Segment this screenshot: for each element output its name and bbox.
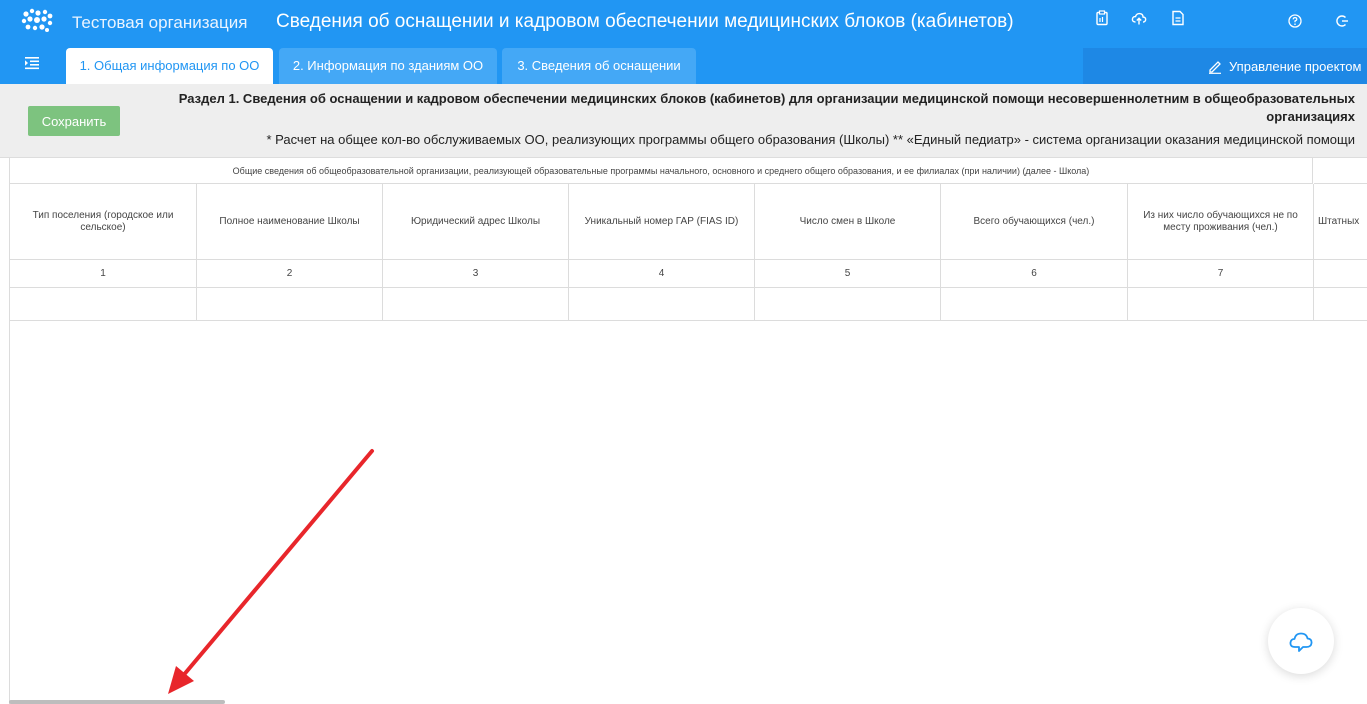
- tab-buildings-info[interactable]: 2. Информация по зданиям ОО: [279, 48, 497, 84]
- save-button[interactable]: Сохранить: [28, 106, 120, 136]
- column-header-nonresident-students: Из них число обучающихся не по месту про…: [1128, 184, 1314, 260]
- table-cell-input[interactable]: [1128, 288, 1314, 321]
- manage-project-button[interactable]: Управление проектом: [1207, 48, 1361, 84]
- annotation-arrow: [168, 449, 374, 694]
- column-number: 6: [941, 260, 1128, 288]
- table-cell-input[interactable]: [1314, 288, 1367, 321]
- help-icon[interactable]: [1288, 14, 1302, 28]
- column-header-staff: Штатных: [1314, 184, 1367, 260]
- column-header-shifts: Число смен в Школе: [755, 184, 941, 260]
- menu-toggle-icon[interactable]: [24, 55, 40, 71]
- section-note: * Расчет на общее кол-во обслуживаемых О…: [266, 132, 1355, 147]
- column-number: 4: [569, 260, 755, 288]
- top-bar: Тестовая организация Сведения об оснащен…: [0, 0, 1367, 84]
- organization-name: Тестовая организация: [72, 13, 248, 32]
- horizontal-scrollbar[interactable]: [9, 700, 225, 704]
- table-cell-input[interactable]: [755, 288, 941, 321]
- table-group-header: Общие сведения об общеобразовательной ор…: [10, 158, 1313, 184]
- column-header-students-total: Всего обучающихся (чел.): [941, 184, 1128, 260]
- column-header-settlement-type: Тип поселения (городское или сельское): [10, 184, 197, 260]
- column-header-fias-id: Уникальный номер ГАР (FIAS ID): [569, 184, 755, 260]
- table-cell-input[interactable]: [197, 288, 383, 321]
- manage-project-label: Управление проектом: [1229, 58, 1362, 74]
- logout-icon[interactable]: [1335, 14, 1349, 28]
- section-header: Сохранить Раздел 1. Сведения об оснащени…: [0, 84, 1367, 158]
- section-title: Раздел 1. Сведения об оснащении и кадров…: [178, 91, 1355, 124]
- column-number: 5: [755, 260, 941, 288]
- app-title: Сведения об оснащении и кадровом обеспеч…: [276, 11, 1014, 32]
- table-cell-input[interactable]: [383, 288, 569, 321]
- column-number: 2: [197, 260, 383, 288]
- chat-cloud-icon: [1289, 632, 1313, 652]
- chat-button[interactable]: [1268, 608, 1334, 674]
- app-window: Тестовая организация Сведения об оснащен…: [0, 0, 1367, 704]
- tab-general-info[interactable]: 1. Общая информация по ОО: [66, 48, 273, 84]
- cloud-upload-icon[interactable]: [1131, 10, 1147, 26]
- column-header-school-name: Полное наименование Школы: [197, 184, 383, 260]
- document-icon[interactable]: [1170, 10, 1186, 26]
- table-group-header-next: [1314, 158, 1367, 184]
- tab-equipment-info[interactable]: 3. Сведения об оснащении: [502, 48, 696, 84]
- column-number: 7: [1128, 260, 1314, 288]
- table-cell-input[interactable]: [10, 288, 197, 321]
- pencil-icon: [1209, 61, 1221, 74]
- logo-icon: [21, 8, 53, 32]
- column-number: 3: [383, 260, 569, 288]
- table-cell-input[interactable]: [941, 288, 1128, 321]
- table-cell-input[interactable]: [569, 288, 755, 321]
- column-header-legal-address: Юридический адрес Школы: [383, 184, 569, 260]
- clipboard-icon[interactable]: [1094, 10, 1110, 26]
- column-number: 1: [10, 260, 197, 288]
- column-number: [1314, 260, 1367, 288]
